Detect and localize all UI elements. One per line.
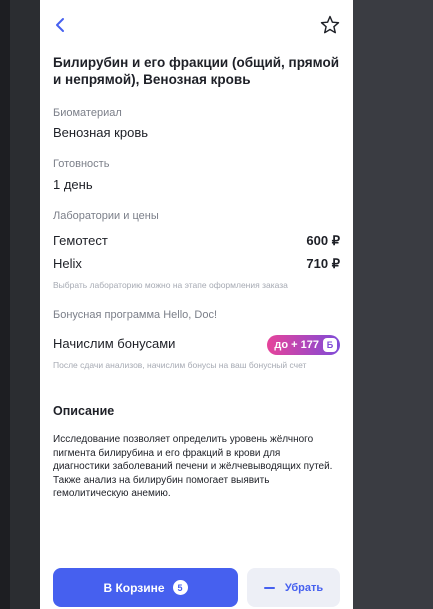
bonus-coin-icon: Б xyxy=(323,338,337,352)
description-text: Исследование позволяет определить уровен… xyxy=(53,434,333,499)
page-title: Билирубин и его фракции (общий, прямой и… xyxy=(53,55,339,87)
lab-price: 710 ₽ xyxy=(306,256,340,271)
bonus-row: Начислим бонусами до + 177 Б xyxy=(53,335,340,355)
backdrop-left xyxy=(0,0,10,609)
cart-count-badge: 5 xyxy=(172,580,188,595)
lab-price: 600 ₽ xyxy=(306,233,340,248)
lab-row: Гемотест 600 ₽ xyxy=(53,233,340,251)
back-button[interactable] xyxy=(50,14,72,36)
minus-icon xyxy=(263,586,275,589)
readiness-label: Готовность xyxy=(53,158,110,170)
favorite-button[interactable] xyxy=(319,14,341,36)
bonus-program-label: Бонусная программа Hello, Doc! xyxy=(53,309,218,321)
star-outline-icon xyxy=(320,15,340,34)
labs-label: Лаборатории и цены xyxy=(53,210,159,222)
top-bar xyxy=(40,0,353,50)
lab-name: Helix xyxy=(53,256,82,271)
bonus-text: Начислим бонусами xyxy=(53,336,176,351)
remove-button[interactable]: Убрать xyxy=(247,568,340,607)
in-cart-button[interactable]: В Корзине 5 xyxy=(53,568,238,607)
remove-button-label: Убрать xyxy=(284,581,324,594)
bonus-amount: до + 177 xyxy=(274,339,319,351)
labs-hint: Выбрать лабораторию можно на этапе оформ… xyxy=(53,280,288,290)
biomaterial-label: Биоматериал xyxy=(53,107,122,119)
description-title: Описание xyxy=(53,404,115,418)
chevron-left-icon xyxy=(56,18,64,32)
bonus-hint: После сдачи анализов, начислим бонусы на… xyxy=(53,360,307,370)
biomaterial-value: Венозная кровь xyxy=(53,125,149,140)
backdrop-right xyxy=(353,0,433,609)
lab-row: Helix 710 ₽ xyxy=(53,256,340,274)
bonus-badge: до + 177 Б xyxy=(267,335,340,355)
product-sheet: Билирубин и его фракции (общий, прямой и… xyxy=(40,0,353,609)
readiness-value: 1 день xyxy=(53,177,93,192)
lab-name: Гемотест xyxy=(53,233,108,248)
cart-button-label: В Корзине xyxy=(103,580,165,595)
